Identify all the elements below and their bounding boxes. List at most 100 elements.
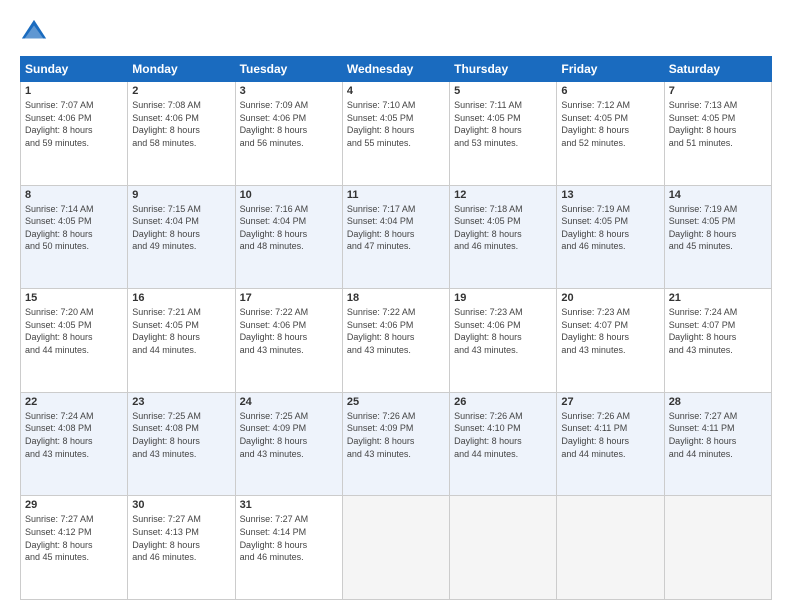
- calendar-cell: 27Sunrise: 7:26 AM Sunset: 4:11 PM Dayli…: [557, 392, 664, 496]
- day-info: Sunrise: 7:22 AM Sunset: 4:06 PM Dayligh…: [347, 306, 445, 356]
- calendar-cell: [342, 496, 449, 600]
- day-number: 30: [132, 499, 230, 511]
- day-info: Sunrise: 7:27 AM Sunset: 4:13 PM Dayligh…: [132, 513, 230, 563]
- day-info: Sunrise: 7:12 AM Sunset: 4:05 PM Dayligh…: [561, 99, 659, 149]
- day-info: Sunrise: 7:26 AM Sunset: 4:09 PM Dayligh…: [347, 410, 445, 460]
- day-number: 26: [454, 396, 552, 408]
- calendar-cell: 26 Sunrise: 7:26 AM Sunset: 4:10 PM Dayli…: [450, 392, 557, 496]
- calendar-cell: 12 Sunrise: 7:18 AM Sunset: 4:05 PM Dayli…: [450, 185, 557, 289]
- day-info: Sunrise: 7:10 AM Sunset: 4:05 PM Dayligh…: [347, 99, 445, 149]
- calendar-cell: 7 Sunrise: 7:13 AM Sunset: 4:05 PM Daylig…: [664, 82, 771, 186]
- calendar-header-tuesday: Tuesday: [235, 57, 342, 82]
- day-info: Sunrise: 7:19 AM Sunset: 4:05 PM Dayligh…: [669, 203, 767, 253]
- day-info: Sunrise: 7:24 AM Sunset: 4:07 PM Dayligh…: [669, 306, 767, 356]
- day-number: 19: [454, 292, 552, 304]
- day-number: 29: [25, 499, 123, 511]
- day-info: Sunrise: 7:13 AM Sunset: 4:05 PM Dayligh…: [669, 99, 767, 149]
- day-number: 9: [132, 189, 230, 201]
- day-number: 5: [454, 85, 552, 97]
- calendar-cell: 2Sunrise: 7:08 AM Sunset: 4:06 PM Daylig…: [128, 82, 235, 186]
- calendar-cell: 25 Sunrise: 7:26 AM Sunset: 4:09 PM Dayli…: [342, 392, 449, 496]
- calendar-cell: 24Sunrise: 7:25 AM Sunset: 4:09 PM Dayli…: [235, 392, 342, 496]
- calendar-cell: 16 Sunrise: 7:21 AM Sunset: 4:05 PM Dayli…: [128, 289, 235, 393]
- calendar-cell: 14 Sunrise: 7:19 AM Sunset: 4:05 PM Dayli…: [664, 185, 771, 289]
- day-number: 20: [561, 292, 659, 304]
- calendar-cell: 29Sunrise: 7:27 AM Sunset: 4:12 PM Dayli…: [21, 496, 128, 600]
- day-number: 24: [240, 396, 338, 408]
- day-number: 22: [25, 396, 123, 408]
- day-number: 3: [240, 85, 338, 97]
- day-info: Sunrise: 7:11 AM Sunset: 4:05 PM Dayligh…: [454, 99, 552, 149]
- calendar-week-5: 29Sunrise: 7:27 AM Sunset: 4:12 PM Dayli…: [21, 496, 772, 600]
- calendar-cell: 4 Sunrise: 7:10 AM Sunset: 4:05 PM Daylig…: [342, 82, 449, 186]
- day-number: 21: [669, 292, 767, 304]
- day-number: 31: [240, 499, 338, 511]
- header: [20, 18, 772, 46]
- calendar-header-monday: Monday: [128, 57, 235, 82]
- day-info: Sunrise: 7:15 AM Sunset: 4:04 PM Dayligh…: [132, 203, 230, 253]
- calendar-cell: 5 Sunrise: 7:11 AM Sunset: 4:05 PM Daylig…: [450, 82, 557, 186]
- calendar-cell: 23Sunrise: 7:25 AM Sunset: 4:08 PM Dayli…: [128, 392, 235, 496]
- calendar-cell: 19 Sunrise: 7:23 AM Sunset: 4:06 PM Dayli…: [450, 289, 557, 393]
- day-info: Sunrise: 7:25 AM Sunset: 4:08 PM Dayligh…: [132, 410, 230, 460]
- calendar-cell: 3 Sunrise: 7:09 AM Sunset: 4:06 PM Daylig…: [235, 82, 342, 186]
- day-number: 11: [347, 189, 445, 201]
- logo-icon: [20, 18, 48, 46]
- day-number: 1: [25, 85, 123, 97]
- day-number: 15: [25, 292, 123, 304]
- day-number: 13: [561, 189, 659, 201]
- calendar-week-2: 8Sunrise: 7:14 AM Sunset: 4:05 PM Daylig…: [21, 185, 772, 289]
- day-info: Sunrise: 7:20 AM Sunset: 4:05 PM Dayligh…: [25, 306, 123, 356]
- calendar-cell: 31 Sunrise: 7:27 AM Sunset: 4:14 PM Dayli…: [235, 496, 342, 600]
- calendar-header-sunday: Sunday: [21, 57, 128, 82]
- day-info: Sunrise: 7:23 AM Sunset: 4:07 PM Dayligh…: [561, 306, 659, 356]
- day-number: 10: [240, 189, 338, 201]
- day-number: 18: [347, 292, 445, 304]
- calendar-cell: [664, 496, 771, 600]
- day-number: 6: [561, 85, 659, 97]
- day-info: Sunrise: 7:26 AM Sunset: 4:10 PM Dayligh…: [454, 410, 552, 460]
- calendar-header-thursday: Thursday: [450, 57, 557, 82]
- calendar-table: SundayMondayTuesdayWednesdayThursdayFrid…: [20, 56, 772, 600]
- calendar-cell: 1 Sunrise: 7:07 AM Sunset: 4:06 PM Daylig…: [21, 82, 128, 186]
- day-info: Sunrise: 7:24 AM Sunset: 4:08 PM Dayligh…: [25, 410, 123, 460]
- day-info: Sunrise: 7:26 AM Sunset: 4:11 PM Dayligh…: [561, 410, 659, 460]
- day-info: Sunrise: 7:21 AM Sunset: 4:05 PM Dayligh…: [132, 306, 230, 356]
- calendar-cell: 22 Sunrise: 7:24 AM Sunset: 4:08 PM Dayli…: [21, 392, 128, 496]
- calendar-cell: 17Sunrise: 7:22 AM Sunset: 4:06 PM Dayli…: [235, 289, 342, 393]
- day-number: 28: [669, 396, 767, 408]
- day-number: 14: [669, 189, 767, 201]
- day-info: Sunrise: 7:17 AM Sunset: 4:04 PM Dayligh…: [347, 203, 445, 253]
- calendar-header-wednesday: Wednesday: [342, 57, 449, 82]
- page: SundayMondayTuesdayWednesdayThursdayFrid…: [0, 0, 792, 612]
- calendar-header-row: SundayMondayTuesdayWednesdayThursdayFrid…: [21, 57, 772, 82]
- calendar-header-friday: Friday: [557, 57, 664, 82]
- day-info: Sunrise: 7:07 AM Sunset: 4:06 PM Dayligh…: [25, 99, 123, 149]
- calendar-cell: 18 Sunrise: 7:22 AM Sunset: 4:06 PM Dayli…: [342, 289, 449, 393]
- day-number: 8: [25, 189, 123, 201]
- day-number: 25: [347, 396, 445, 408]
- calendar-body: 1 Sunrise: 7:07 AM Sunset: 4:06 PM Daylig…: [21, 82, 772, 600]
- calendar-cell: 21 Sunrise: 7:24 AM Sunset: 4:07 PM Dayli…: [664, 289, 771, 393]
- calendar-cell: [450, 496, 557, 600]
- logo: [20, 18, 52, 46]
- day-number: 16: [132, 292, 230, 304]
- calendar-cell: 10 Sunrise: 7:16 AM Sunset: 4:04 PM Dayli…: [235, 185, 342, 289]
- calendar-header-saturday: Saturday: [664, 57, 771, 82]
- day-number: 12: [454, 189, 552, 201]
- day-number: 4: [347, 85, 445, 97]
- calendar-cell: 15 Sunrise: 7:20 AM Sunset: 4:05 PM Dayli…: [21, 289, 128, 393]
- day-number: 7: [669, 85, 767, 97]
- day-info: Sunrise: 7:23 AM Sunset: 4:06 PM Dayligh…: [454, 306, 552, 356]
- calendar-cell: 8Sunrise: 7:14 AM Sunset: 4:05 PM Daylig…: [21, 185, 128, 289]
- day-info: Sunrise: 7:18 AM Sunset: 4:05 PM Dayligh…: [454, 203, 552, 253]
- day-info: Sunrise: 7:22 AM Sunset: 4:06 PM Dayligh…: [240, 306, 338, 356]
- day-info: Sunrise: 7:16 AM Sunset: 4:04 PM Dayligh…: [240, 203, 338, 253]
- day-info: Sunrise: 7:09 AM Sunset: 4:06 PM Dayligh…: [240, 99, 338, 149]
- calendar-cell: 11 Sunrise: 7:17 AM Sunset: 4:04 PM Dayli…: [342, 185, 449, 289]
- calendar-week-3: 15 Sunrise: 7:20 AM Sunset: 4:05 PM Dayli…: [21, 289, 772, 393]
- day-info: Sunrise: 7:08 AM Sunset: 4:06 PM Dayligh…: [132, 99, 230, 149]
- day-info: Sunrise: 7:27 AM Sunset: 4:14 PM Dayligh…: [240, 513, 338, 563]
- calendar-week-1: 1 Sunrise: 7:07 AM Sunset: 4:06 PM Daylig…: [21, 82, 772, 186]
- day-info: Sunrise: 7:19 AM Sunset: 4:05 PM Dayligh…: [561, 203, 659, 253]
